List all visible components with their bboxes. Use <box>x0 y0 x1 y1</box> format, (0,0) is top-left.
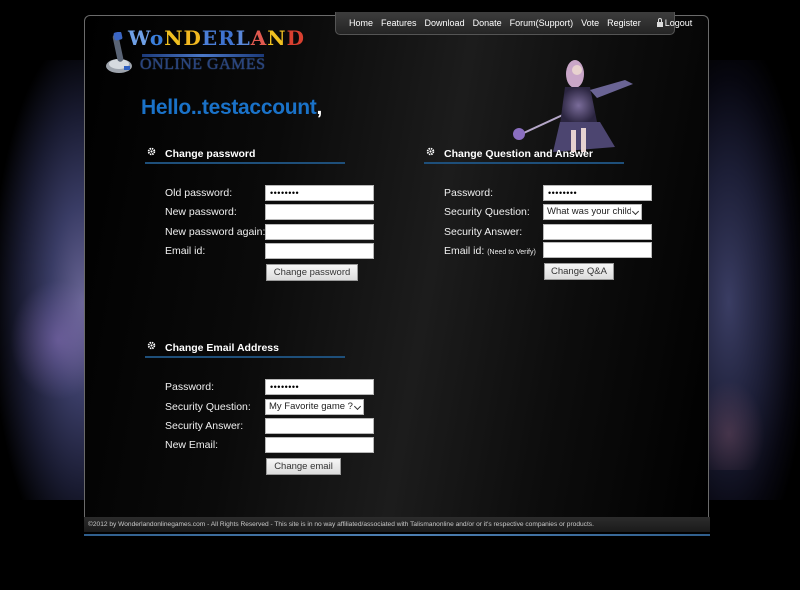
qa-answer-label: Security Answer: <box>444 226 523 238</box>
gear-icon <box>147 341 156 350</box>
change-qa-button[interactable]: Change Q&A <box>544 263 614 280</box>
background-glow-right <box>705 380 765 470</box>
footer-copyright: ©2012 by Wonderlandonlinegames.com - All… <box>88 521 594 528</box>
new-password-again-label: New password again: <box>165 226 266 238</box>
qa-email-input[interactable] <box>543 242 652 258</box>
ce-security-answer-input[interactable] <box>265 418 374 434</box>
ce-selected-question: My Favorite game ? <box>269 401 353 412</box>
qa-security-answer-input[interactable] <box>543 224 652 240</box>
email-id-label: Email id: <box>165 245 206 257</box>
qa-question-label: Security Question: <box>444 206 530 218</box>
qa-password-input[interactable]: •••••••• <box>543 185 652 201</box>
email-id-input[interactable] <box>265 243 374 259</box>
background-glow-left <box>10 280 90 400</box>
ce-security-question-select[interactable]: My Favorite game ? <box>265 399 364 415</box>
greeting-comma: , <box>316 96 323 119</box>
qa-security-question-select[interactable]: What was your childhood <box>543 204 642 220</box>
chevron-down-icon <box>631 207 640 216</box>
ce-answer-label: Security Answer: <box>165 420 244 432</box>
qa-selected-question: What was your childhood <box>547 206 631 217</box>
footer-divider <box>84 534 710 536</box>
hero-character-image <box>513 60 633 152</box>
ce-new-email-input[interactable] <box>265 437 374 453</box>
qa-password-label: Password: <box>444 187 494 199</box>
new-password-input[interactable] <box>265 204 374 220</box>
ce-new-email-label: New Email: <box>165 439 219 451</box>
nav-donate[interactable]: Donate <box>473 18 502 28</box>
change-qa-header: Change Question and Answer <box>424 146 624 164</box>
ce-password-input[interactable]: •••••••• <box>265 379 374 395</box>
change-password-title: Change password <box>165 148 256 160</box>
nav-features[interactable]: Features <box>381 18 417 28</box>
nav-forum[interactable]: Forum(Support) <box>510 18 574 28</box>
change-qa-title: Change Question and Answer <box>444 148 593 160</box>
logout-label: Logout <box>664 18 693 28</box>
lock-icon <box>656 17 663 27</box>
new-password-again-input[interactable] <box>265 224 374 240</box>
logo-title: WoNDERLAND <box>128 26 305 50</box>
change-email-header: Change Email Address <box>145 340 345 358</box>
chevron-down-icon <box>353 402 362 411</box>
gear-icon <box>426 147 435 156</box>
nav-vote[interactable]: Vote <box>581 18 599 28</box>
site-logo[interactable]: WoNDERLAND ONLINE GAMES <box>100 24 304 80</box>
ce-password-label: Password: <box>165 381 215 393</box>
qa-email-label-wrap: Email id: (Need to Verify) <box>444 245 536 257</box>
nav-logout[interactable]: Logout <box>656 17 701 28</box>
change-password-button[interactable]: Change password <box>266 264 358 281</box>
nav-home[interactable]: Home <box>349 18 373 28</box>
greeting-text: Hello..testaccount <box>141 96 317 119</box>
change-email-title: Change Email Address <box>165 342 279 354</box>
change-email-button[interactable]: Change email <box>266 458 341 475</box>
nav-register[interactable]: Register <box>607 18 641 28</box>
old-password-label: Old password: <box>165 187 233 199</box>
footer: ©2012 by Wonderlandonlinegames.com - All… <box>84 517 710 532</box>
qa-email-label: Email id: <box>444 245 485 257</box>
ce-question-label: Security Question: <box>165 401 251 413</box>
change-password-header: Change password <box>145 146 345 164</box>
qa-email-note: (Need to Verify) <box>487 249 536 256</box>
greeting-heading: Hello..testaccount, <box>141 96 322 120</box>
gear-icon <box>147 147 156 156</box>
old-password-input[interactable]: •••••••• <box>265 185 374 201</box>
nav-download[interactable]: Download <box>425 18 465 28</box>
new-password-label: New password: <box>165 206 237 218</box>
logo-subtitle: ONLINE GAMES <box>140 56 266 73</box>
top-nav: Home Features Download Donate Forum(Supp… <box>335 12 692 35</box>
